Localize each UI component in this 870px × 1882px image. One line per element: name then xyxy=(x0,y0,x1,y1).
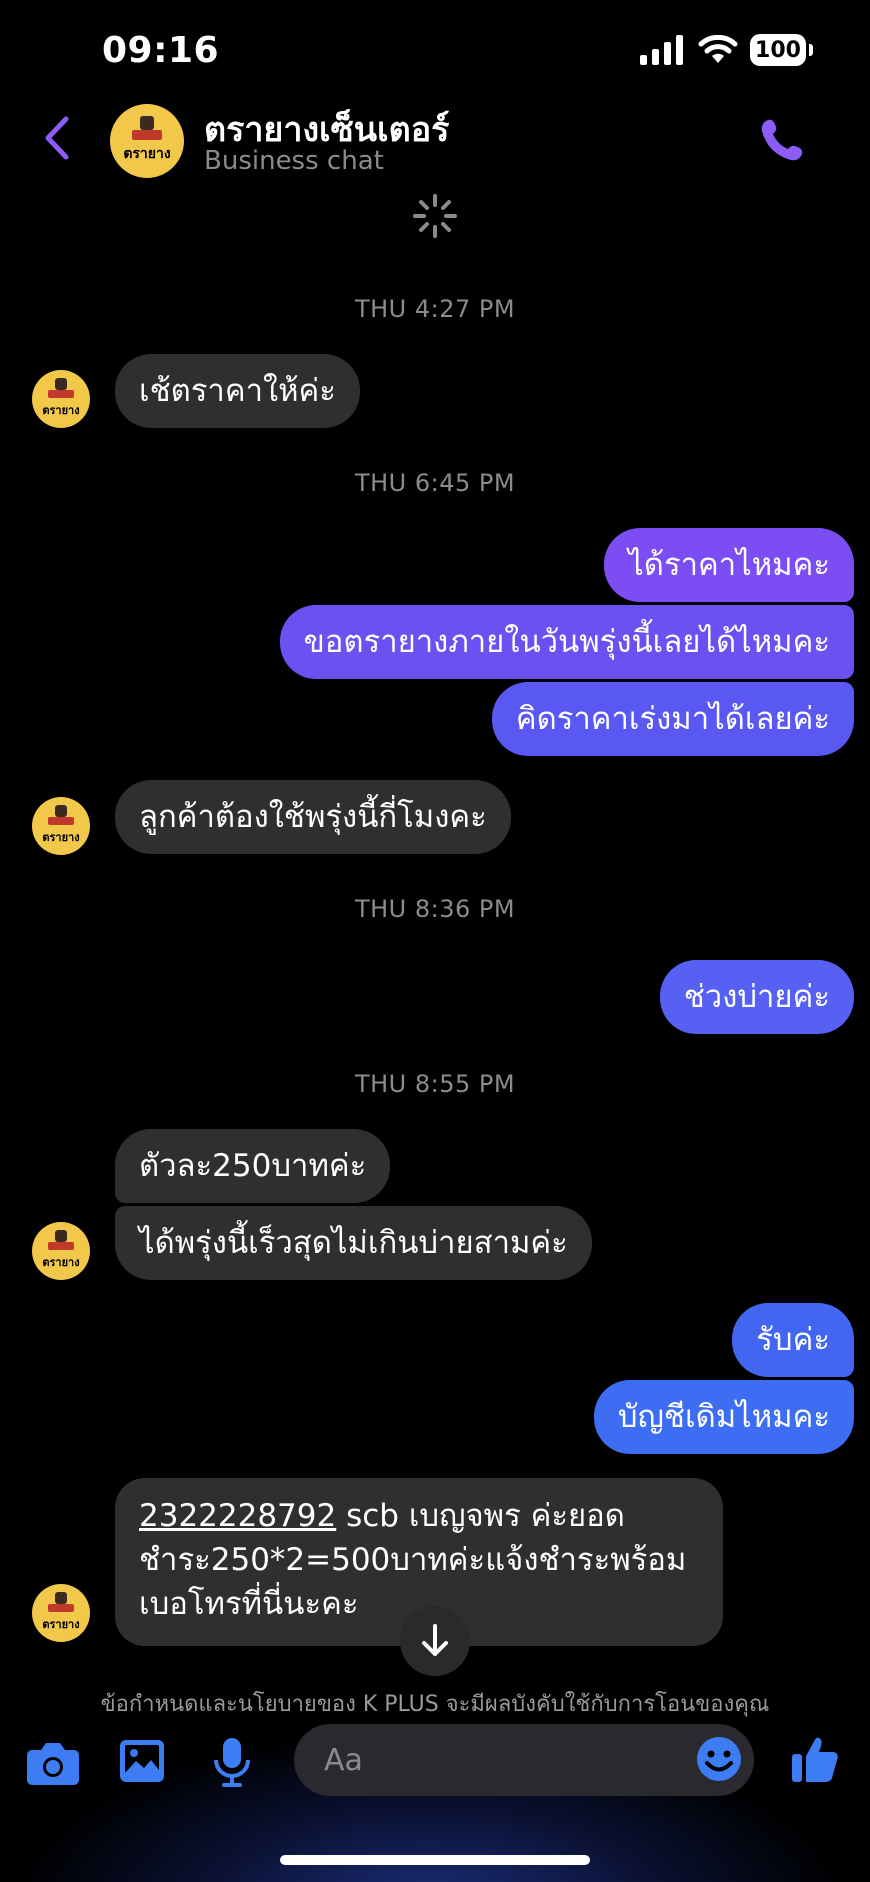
camera-icon[interactable] xyxy=(26,1740,80,1786)
svg-text:ตรายาง: ตรายาง xyxy=(42,831,79,844)
back-chevron-icon[interactable] xyxy=(42,115,70,161)
home-indicator xyxy=(280,1855,590,1865)
stamp-logo-icon: ตรายาง xyxy=(42,805,80,844)
wifi-icon xyxy=(698,35,738,63)
sender-avatar: ตรายาง xyxy=(32,1584,90,1642)
contact-subtitle: Business chat xyxy=(204,146,384,176)
policy-notice: ข้อกำหนดและนโยบายของ K PLUS จะมีผลบังคับ… xyxy=(100,1692,770,1717)
contact-avatar[interactable]: ตรายาง xyxy=(110,104,184,178)
timestamp: THU 8:36 PM xyxy=(354,895,516,923)
outgoing-message[interactable]: ขอตรายางภายในวันพรุ่งนี้เลยได้ไหมคะ xyxy=(279,605,854,679)
stamp-logo-icon: ตรายาง xyxy=(42,1230,80,1269)
stamp-logo-icon: ตรายาง xyxy=(42,378,80,417)
timestamp: THU 6:45 PM xyxy=(354,469,516,497)
message-input[interactable]: Aa xyxy=(294,1724,754,1796)
incoming-message[interactable]: ตัวละ250บาทค่ะ xyxy=(115,1129,391,1203)
status-time: 09:16 xyxy=(102,30,220,71)
stamp-logo-icon: ตรายาง xyxy=(123,116,171,162)
emoji-icon[interactable] xyxy=(696,1736,742,1782)
account-number-link[interactable]: 2322228792 xyxy=(139,1498,336,1534)
microphone-icon[interactable] xyxy=(212,1736,252,1788)
phone-call-icon[interactable] xyxy=(758,116,806,164)
svg-text:ตรายาง: ตรายาง xyxy=(42,1618,79,1631)
timestamp: THU 4:27 PM xyxy=(354,295,516,323)
timestamp: THU 8:55 PM xyxy=(354,1070,516,1098)
message-input-placeholder: Aa xyxy=(324,1742,363,1778)
outgoing-message[interactable]: รับค่ะ xyxy=(732,1303,854,1377)
outgoing-message[interactable]: คิดราคาเร่งมาได้เลยค่ะ xyxy=(491,682,854,756)
scroll-to-bottom-button[interactable] xyxy=(400,1606,470,1676)
sender-avatar: ตรายาง xyxy=(32,370,90,428)
status-icons: 100 xyxy=(640,34,813,66)
battery-indicator: 100 xyxy=(750,34,813,66)
svg-text:ตรายาง: ตรายาง xyxy=(42,404,79,417)
gallery-icon[interactable] xyxy=(118,1738,166,1784)
outgoing-message[interactable]: ได้ราคาไหมคะ xyxy=(604,528,854,602)
svg-text:ตรายาง: ตรายาง xyxy=(123,146,171,162)
signal-icon xyxy=(640,35,683,65)
sender-avatar: ตรายาง xyxy=(32,1222,90,1280)
loading-spinner-icon xyxy=(413,194,457,238)
svg-text:ตรายาง: ตรายาง xyxy=(42,1256,79,1269)
sender-avatar: ตรายาง xyxy=(32,797,90,855)
incoming-message[interactable]: ลูกค้าต้องใช้พรุ่งนี้กี่โมงคะ xyxy=(115,780,511,854)
stamp-logo-icon: ตรายาง xyxy=(42,1592,80,1631)
incoming-message[interactable]: เช้ตราคาให้ค่ะ xyxy=(115,354,360,428)
incoming-message[interactable]: ได้พรุ่งนี้เร็วสุดไม่เกินบ่ายสามค่ะ xyxy=(115,1206,592,1280)
outgoing-message[interactable]: ช่วงบ่ายค่ะ xyxy=(659,960,854,1034)
arrow-down-icon xyxy=(422,1624,448,1656)
outgoing-message[interactable]: บัญชีเดิมไหมคะ xyxy=(593,1380,854,1454)
thumbs-up-icon[interactable] xyxy=(790,1734,840,1784)
